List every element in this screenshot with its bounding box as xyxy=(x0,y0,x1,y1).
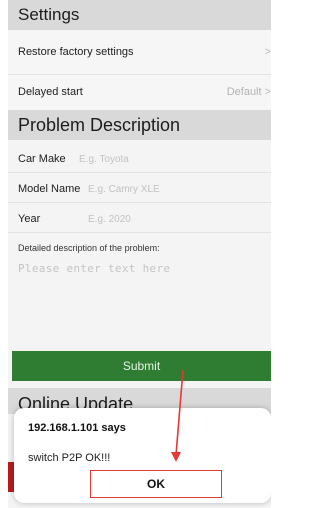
year-label: Year xyxy=(18,213,41,225)
delayed-start-value: Default > xyxy=(226,86,271,98)
car-make-input[interactable]: E.g. Toyota xyxy=(79,154,129,165)
model-name-input[interactable]: E.g. Camry XLE xyxy=(88,184,160,195)
problem-description-header: Problem Description xyxy=(8,110,271,140)
dialog-message: switch P2P OK!!! xyxy=(28,452,111,464)
alert-dialog: 192.168.1.101 says switch P2P OK!!! OK xyxy=(14,408,271,503)
submit-button[interactable]: Submit xyxy=(12,351,271,381)
restore-chevron-icon: > xyxy=(264,46,271,58)
delayed-start-chevron-icon: > xyxy=(264,86,271,98)
divider xyxy=(8,172,271,173)
description-textarea[interactable]: Please enter text here xyxy=(18,262,258,342)
year-input[interactable]: E.g. 2020 xyxy=(88,214,131,225)
restore-factory-settings-row[interactable]: Restore factory settings > xyxy=(8,30,271,74)
settings-header: Settings xyxy=(8,0,271,30)
divider xyxy=(8,232,271,233)
divider xyxy=(8,202,271,203)
car-make-label: Car Make xyxy=(18,153,66,165)
ok-button[interactable]: OK xyxy=(90,470,222,498)
model-name-label: Model Name xyxy=(18,183,81,195)
delayed-start-label: Delayed start xyxy=(18,86,83,98)
delayed-start-row[interactable]: Delayed start Default > xyxy=(8,75,271,110)
app-screen: Settings Restore factory settings > Dela… xyxy=(8,0,271,508)
description-label: Detailed description of the problem: xyxy=(18,243,160,253)
restore-factory-settings-label: Restore factory settings xyxy=(18,46,134,58)
dialog-title: 192.168.1.101 says xyxy=(28,422,126,434)
